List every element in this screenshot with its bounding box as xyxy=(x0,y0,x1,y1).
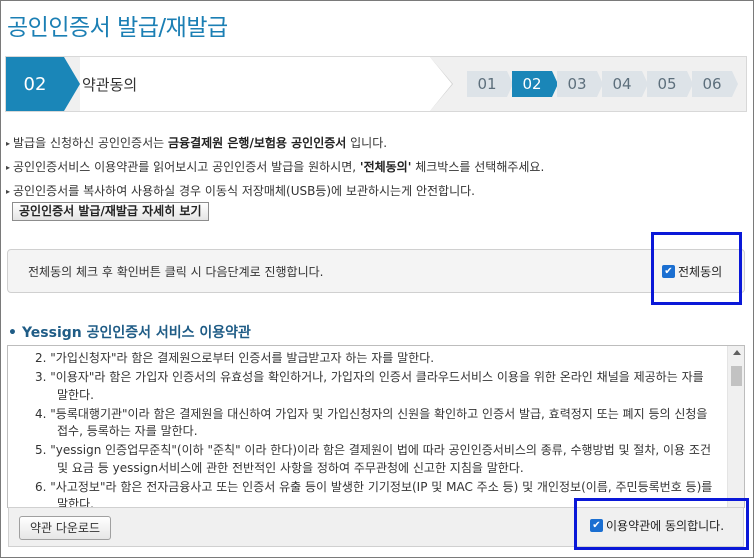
notice-bold-text: 금융결제원 은행/보험용 공인인증서 xyxy=(167,136,347,150)
scroll-thumb[interactable] xyxy=(731,366,742,386)
current-step-number: 02 xyxy=(6,57,64,111)
step-indicator-04: 04 xyxy=(602,71,648,97)
terms-download-button[interactable]: 약관 다운로드 xyxy=(19,516,112,540)
notice-item: 발급을 신청하신 공인인증서는 금융결제원 은행/보험용 공인인증서 입니다. xyxy=(6,134,544,158)
list-item: 5. "yessign 인증업무준칙"(이하 "준칙" 이라 한다)이라 함은 … xyxy=(35,443,711,475)
step-progress-bar: 02 약관동의 01 02 03 04 05 06 xyxy=(5,56,747,112)
scroll-up-arrow-icon[interactable] xyxy=(733,350,741,355)
highlight-box xyxy=(651,232,742,305)
list-item: 2. "가입신청자"라 함은 결제원으로부터 인증서를 발급받고자 하는 자를 … xyxy=(35,351,435,365)
notice-text: 공인인증서를 복사하여 사용하실 경우 이동식 저장매체(USB등)에 보관하시… xyxy=(13,184,475,198)
step-indicator-01: 01 xyxy=(467,71,513,97)
terms-list: 2. "가입신청자"라 함은 결제원으로부터 인증서를 발급받고자 하는 자를 … xyxy=(35,350,715,507)
list-item: 4. "등록대행기관"이라 함은 결제원을 대신하여 가입자 및 가입신청자의 … xyxy=(35,406,708,439)
current-step-label: 약관동의 xyxy=(80,57,430,111)
list-item: 3. "이용자"라 함은 가입자 인증서의 유효성을 확인하거나, 가입자의 인… xyxy=(35,370,704,402)
notice-text: 발급을 신청하신 공인인증서는 xyxy=(13,136,168,150)
terms-title: Yessign 공인인증서 서비스 이용약관 xyxy=(8,322,251,342)
consent-instruction: 전체동의 체크 후 확인버튼 클릭 시 다음단계로 진행합니다. xyxy=(28,265,324,279)
step-indicator-06: 06 xyxy=(692,71,738,97)
notice-text: 입니다. xyxy=(346,136,388,150)
step-indicator-02: 02 xyxy=(512,71,558,97)
step-label-arrow xyxy=(430,57,452,111)
step-indicators: 01 02 03 04 05 06 xyxy=(467,71,738,97)
current-step-arrow xyxy=(64,57,80,111)
notice-text: 체크박스를 선택해주세요. xyxy=(411,160,545,174)
consent-all-panel: 전체동의 체크 후 확인버튼 클릭 시 다음단계로 진행합니다. xyxy=(7,249,745,293)
highlight-box xyxy=(574,498,749,550)
vertical-scrollbar[interactable] xyxy=(727,346,744,507)
notice-bold-text: '전체동의' xyxy=(359,160,412,174)
notice-list: 발급을 신청하신 공인인증서는 금융결제원 은행/보험용 공인인증서 입니다. … xyxy=(6,134,544,206)
terms-content-box[interactable]: 2. "가입신청자"라 함은 결제원으로부터 인증서를 발급받고자 하는 자를 … xyxy=(7,345,745,508)
page-title: 공인인증서 발급/재발급 xyxy=(7,15,228,41)
notice-text: 공인인증서비스 이용약관를 읽어보시고 공인인증서 발급을 원하시면, xyxy=(13,160,360,174)
detail-view-button[interactable]: 공인인증서 발급/재발급 자세히 보기 xyxy=(12,202,209,221)
notice-item: 공인인증서비스 이용약관를 읽어보시고 공인인증서 발급을 원하시면, '전체동… xyxy=(6,158,544,182)
step-indicator-03: 03 xyxy=(557,71,603,97)
step-indicator-05: 05 xyxy=(647,71,693,97)
